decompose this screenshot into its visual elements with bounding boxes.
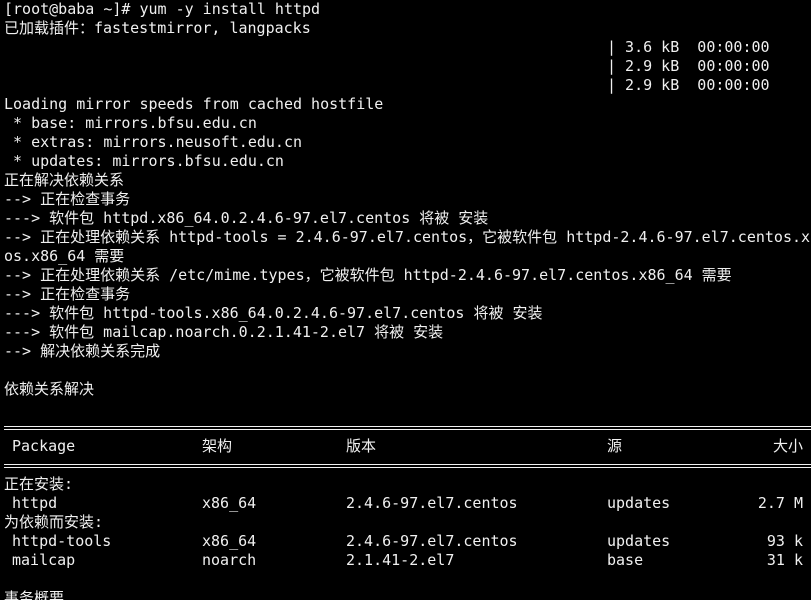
package-arch: x86_64 [202,532,257,550]
table-header-row: Package 架构 版本 源 大小 [0,437,811,456]
repo-info: | 2.9 kB 00:00:00 [607,57,770,75]
dependency-section-label: 为依赖而安装: [4,513,104,531]
header-arch: 架构 [202,437,233,455]
package-repo: updates [607,532,671,550]
package-version: 2.1.41-2.el7 [346,551,455,569]
header-version: 版本 [346,437,377,455]
log-line: Loading mirror speeds from cached hostfi… [4,95,384,113]
package-version: 2.4.6-97.el7.centos [346,532,518,550]
repo-line-updates: updates | 2.9 kB 00:00:00 [0,76,811,95]
table-row: httpd-tools x86_64 2.4.6-97.el7.centos u… [0,532,811,551]
package-version: 2.4.6-97.el7.centos [346,494,518,512]
header-repo: 源 [607,437,623,455]
log-line: os.x86_64 需要 [4,247,125,265]
table-divider [0,418,811,437]
installing-section-label: 正在安装: [4,475,74,493]
log-line: --> 正在处理依赖关系 httpd-tools = 2.4.6-97.el7.… [4,228,811,246]
table-row: httpd x86_64 2.4.6-97.el7.centos updates… [0,494,811,513]
package-arch: x86_64 [202,494,257,512]
package-repo: updates [607,494,671,512]
log-line: ---> 软件包 httpd-tools.x86_64.0.2.4.6-97.e… [4,304,543,322]
package-arch: noarch [202,551,257,569]
log-line: * base: mirrors.bfsu.edu.cn [4,114,257,132]
package-repo: base [607,551,644,569]
log-line: 正在解决依赖关系 [4,171,125,189]
repo-info: | 2.9 kB 00:00:00 [607,76,770,94]
log-line: ---> 软件包 httpd.x86_64.0.2.4.6-97.el7.cen… [4,209,489,227]
package-name: httpd [12,494,58,512]
header-size: 大小 [772,437,803,455]
terminal-window[interactable]: [root@baba ~]# yum -y install httpd 已加载插… [0,0,811,600]
plugins-loaded-line: 已加载插件：fastestmirror, langpacks [4,19,311,37]
repo-line-base: base | 3.6 kB 00:00:00 [0,38,811,57]
repo-line-extras: extras | 2.9 kB 00:00:00 [0,57,811,76]
log-line: 依赖关系解决 [4,380,95,398]
command-prompt-line: [root@baba ~]# yum -y install httpd [4,0,321,18]
package-size: 2.7 M [757,494,803,512]
table-row: mailcap noarch 2.1.41-2.el7 base 31 k [0,551,811,570]
log-line: * updates: mirrors.bfsu.edu.cn [4,152,284,170]
header-package: Package [12,437,76,455]
log-line: --> 解决依赖关系完成 [4,342,161,360]
log-line: ---> 软件包 mailcap.noarch.0.2.1.41-2.el7 将… [4,323,444,341]
package-size: 93 k [766,532,803,550]
package-size: 31 k [766,551,803,569]
log-line: --> 正在检查事务 [4,285,131,303]
transaction-summary-label: 事务概要 [4,589,65,600]
log-line: --> 正在检查事务 [4,190,131,208]
package-name: mailcap [12,551,76,569]
repo-info: | 3.6 kB 00:00:00 [607,38,770,56]
package-name: httpd-tools [12,532,112,550]
log-line: --> 正在处理依赖关系 /etc/mime.types，它被软件包 httpd… [4,266,732,284]
log-line: * extras: mirrors.neusoft.edu.cn [4,133,303,151]
table-divider [0,456,811,475]
